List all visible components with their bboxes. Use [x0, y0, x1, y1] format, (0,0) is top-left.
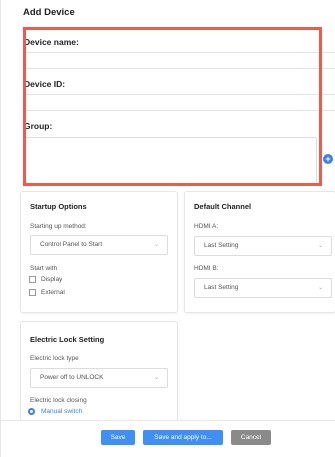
startup-options-title: Startup Options: [30, 202, 87, 211]
electric-lock-title: Electric Lock Setting: [30, 335, 105, 344]
radio-selected[interactable]: [28, 408, 35, 415]
hdmi-b-select[interactable]: Last Setting ⌄: [194, 278, 332, 298]
hdmi-b-label: HDMI B:: [194, 265, 219, 272]
chevron-down-icon: ⌄: [153, 375, 159, 381]
device-name-input[interactable]: [23, 52, 335, 53]
group-label: Group:: [24, 121, 53, 131]
device-name-label: Device name:: [24, 37, 79, 47]
divider: [23, 68, 335, 69]
electric-lock-card: Electric Lock Setting Electric lock type…: [20, 321, 178, 421]
group-input[interactable]: [25, 137, 317, 185]
default-channel-card: Default Channel HDMI A: Last Setting ⌄ H…: [184, 191, 335, 313]
save-and-apply-button[interactable]: Save and apply to...: [143, 430, 223, 445]
checkbox[interactable]: [29, 289, 36, 296]
save-button[interactable]: Save: [101, 430, 135, 445]
option-label: External: [41, 289, 65, 296]
plus-circle-icon[interactable]: +: [323, 154, 333, 164]
hdmi-a-select[interactable]: Last Setting ⌄: [194, 236, 332, 256]
add-device-dialog: Add Device Device name: Device ID: Group…: [0, 0, 335, 457]
chevron-down-icon: ⌄: [317, 285, 323, 291]
manual-switch-label: Manual switch: [41, 408, 83, 415]
device-id-input[interactable]: [23, 94, 335, 95]
hdmi-b-value: Last Setting: [204, 284, 239, 291]
start-with-external-option[interactable]: External: [29, 289, 65, 296]
lock-type-select[interactable]: Power off to UNLOCK ⌄: [30, 368, 168, 388]
checkbox[interactable]: [29, 276, 36, 283]
start-with-display-option[interactable]: Display: [29, 276, 62, 283]
option-label: Display: [41, 276, 63, 283]
lock-type-value: Power off to UNLOCK: [40, 374, 104, 381]
chevron-down-icon: ⌄: [153, 242, 159, 248]
chevron-down-icon: ⌄: [317, 243, 323, 249]
device-id-label: Device ID:: [24, 79, 66, 89]
hdmi-a-value: Last Setting: [204, 242, 239, 249]
lock-type-label: Electric lock type: [30, 355, 79, 362]
cancel-button[interactable]: Cancel: [231, 430, 271, 445]
lock-closing-label: Electric lock closing: [30, 397, 87, 404]
startup-method-select[interactable]: Control Panel to Start ⌄: [30, 235, 168, 255]
startup-method-value: Control Panel to Start: [40, 241, 103, 248]
start-with-label: Start with: [30, 265, 58, 272]
startup-method-label: Starting up method:: [30, 223, 87, 230]
dialog-title: Add Device: [23, 7, 75, 18]
default-channel-title: Default Channel: [194, 202, 252, 211]
hdmi-a-label: HDMI A:: [194, 223, 219, 230]
manual-switch-option[interactable]: Manual switch: [28, 408, 82, 415]
divider: [23, 110, 335, 111]
